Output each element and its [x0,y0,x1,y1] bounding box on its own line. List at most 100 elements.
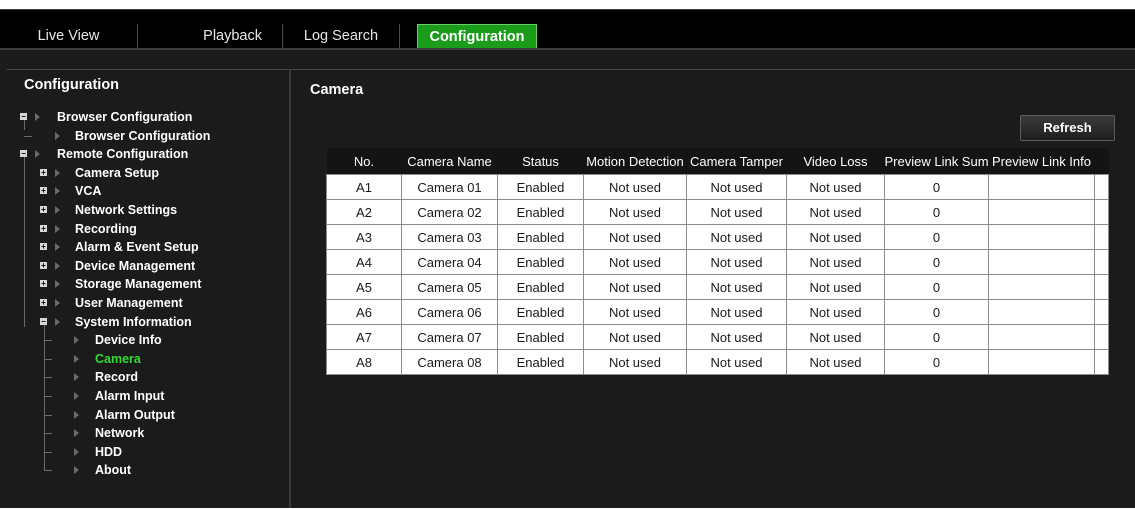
sidebar-item-label: Device Management [75,258,196,273]
table-row[interactable]: A8 Camera 08 Enabled Not used Not used Not us… [326,349,1109,375]
sidebar-item-alarm-input[interactable]: Alarm Input [7,387,287,405]
sidebar-item-recording[interactable]: + Recording [7,220,287,238]
table-cell [988,174,1095,200]
sidebar-item-alarm-and-event-setup[interactable]: + Alarm & Event Setup [7,238,287,256]
collapse-icon[interactable]: − [20,150,27,158]
table-cell: Not used [686,174,787,200]
sidebar-item-vca[interactable]: + VCA [7,182,287,200]
sidebar-item-label: Browser Configuration [75,128,211,143]
sidebar-item-label: Recording [75,221,137,236]
tree-guide-line [44,324,45,472]
sidebar-item-alarm-output[interactable]: Alarm Output [7,406,287,424]
table-body: A1 Camera 01 Enabled Not used Not used Not us… [326,174,1109,375]
table-cell: 0 [884,349,989,375]
table-cell: Not used [583,349,687,375]
table-cell: Not used [686,249,787,275]
table-header-row: No. Camera Name Status Motion Detection Came… [326,148,1109,175]
table-cell: Camera 06 [401,299,498,325]
table-cell: Not used [583,324,687,350]
table-cell: A6 [326,299,402,325]
nav-divider [0,48,1135,50]
sidebar-item-device-management[interactable]: + Device Management [7,257,287,275]
chevron-right-icon [55,168,60,177]
table-cell: Not used [583,174,687,200]
sidebar-item-label: About [95,463,132,478]
table-row[interactable]: A1 Camera 01 Enabled Not used Not used Not us… [326,174,1109,200]
sidebar-item-camera[interactable]: Camera [7,350,287,368]
table-cell: Enabled [497,199,584,225]
table-row[interactable]: A3 Camera 03 Enabled Not used Not used Not us… [326,224,1109,250]
sidebar-item-label: Browser Configuration [57,110,193,124]
sidebar-item-hdd[interactable]: HDD [7,443,287,461]
sidebar-item-camera-setup[interactable]: + Camera Setup [7,164,287,182]
sidebar-item-network-settings[interactable]: + Network Settings [7,201,287,219]
scrollbar-gutter [1094,148,1109,175]
table-cell: A4 [326,249,402,275]
tab-configuration[interactable]: Configuration [417,24,537,50]
chevron-right-icon [74,410,79,419]
tree-connector [24,135,32,137]
table-cell: Enabled [497,299,584,325]
expand-icon[interactable]: + [40,261,47,269]
column-header: Preview Link Sum [884,148,989,175]
table-row[interactable]: A5 Camera 05 Enabled Not used Not used Not us… [326,274,1109,300]
table-row[interactable]: A2 Camera 02 Enabled Not used Not used Not us… [326,199,1109,225]
table-cell: Not used [686,349,787,375]
expand-icon[interactable]: + [40,206,47,214]
table-cell: A7 [326,324,402,350]
tab-live-view[interactable]: Live View [0,24,138,49]
chevron-right-icon [74,447,79,456]
sidebar-item-label: Camera Setup [75,165,160,180]
tree-connector [44,358,52,360]
tree-connector [44,340,52,342]
table-cell: 0 [884,249,989,275]
expand-icon[interactable]: + [40,243,47,251]
scrollbar-gutter [1094,224,1109,250]
sidebar-item-remote-configuration[interactable]: − Remote Configuration [7,145,287,163]
sidebar-item-storage-management[interactable]: + Storage Management [7,275,287,293]
table-cell [988,299,1095,325]
table-cell [988,324,1095,350]
tab-log-search[interactable]: Log Search [283,24,400,49]
table-cell: A5 [326,274,402,300]
sidebar-item-system-information[interactable]: − System Information [7,313,287,331]
expand-icon[interactable]: + [40,224,47,232]
table-cell: Enabled [497,274,584,300]
chevron-right-icon [74,429,79,438]
sidebar-item-browser-configuration-leaf[interactable]: Browser Configuration [7,127,287,145]
scrollbar-gutter [1094,199,1109,225]
sidebar-item-about[interactable]: About [7,461,287,479]
expand-icon[interactable]: + [40,299,47,307]
table-cell: Enabled [497,324,584,350]
expand-icon[interactable]: + [40,168,47,176]
sidebar-item-user-management[interactable]: + User Management [7,294,287,312]
chevron-right-icon [74,336,79,345]
refresh-button[interactable]: Refresh [1020,115,1115,141]
sidebar-item-label: VCA [75,184,102,199]
tab-playback[interactable]: Playback [137,24,283,49]
sidebar-item-device-info[interactable]: Device Info [7,331,287,349]
table-cell: Enabled [497,349,584,375]
sidebar-item-browser-configuration[interactable]: − Browser Configuration [7,108,287,126]
sidebar-item-record[interactable]: Record [7,368,287,386]
table-cell: Not used [786,249,885,275]
table-cell: Not used [686,199,787,225]
chevron-right-icon [55,299,60,307]
collapse-icon[interactable]: − [40,317,47,325]
table-cell: Not used [583,274,687,300]
table-cell: Not used [786,174,885,200]
table-row[interactable]: A4 Camera 04 Enabled Not used Not used Not us… [326,249,1109,275]
expand-icon[interactable]: + [40,187,47,195]
table-cell: Not used [686,274,787,300]
table-row[interactable]: A6 Camera 06 Enabled Not used Not used Not us… [326,299,1109,325]
table-row[interactable]: A7 Camera 07 Enabled Not used Not used Not us… [326,324,1109,350]
collapse-icon[interactable]: − [20,113,27,121]
table-cell: Camera 07 [401,324,498,350]
expand-icon[interactable]: + [40,280,47,288]
sidebar-item-network[interactable]: Network [7,424,287,442]
scrollbar-gutter [1094,249,1109,275]
table-cell: Enabled [497,249,584,275]
tree-connector [44,377,52,379]
column-header: Motion Detection [583,148,687,175]
sidebar-item-label: Device Info [95,333,162,348]
